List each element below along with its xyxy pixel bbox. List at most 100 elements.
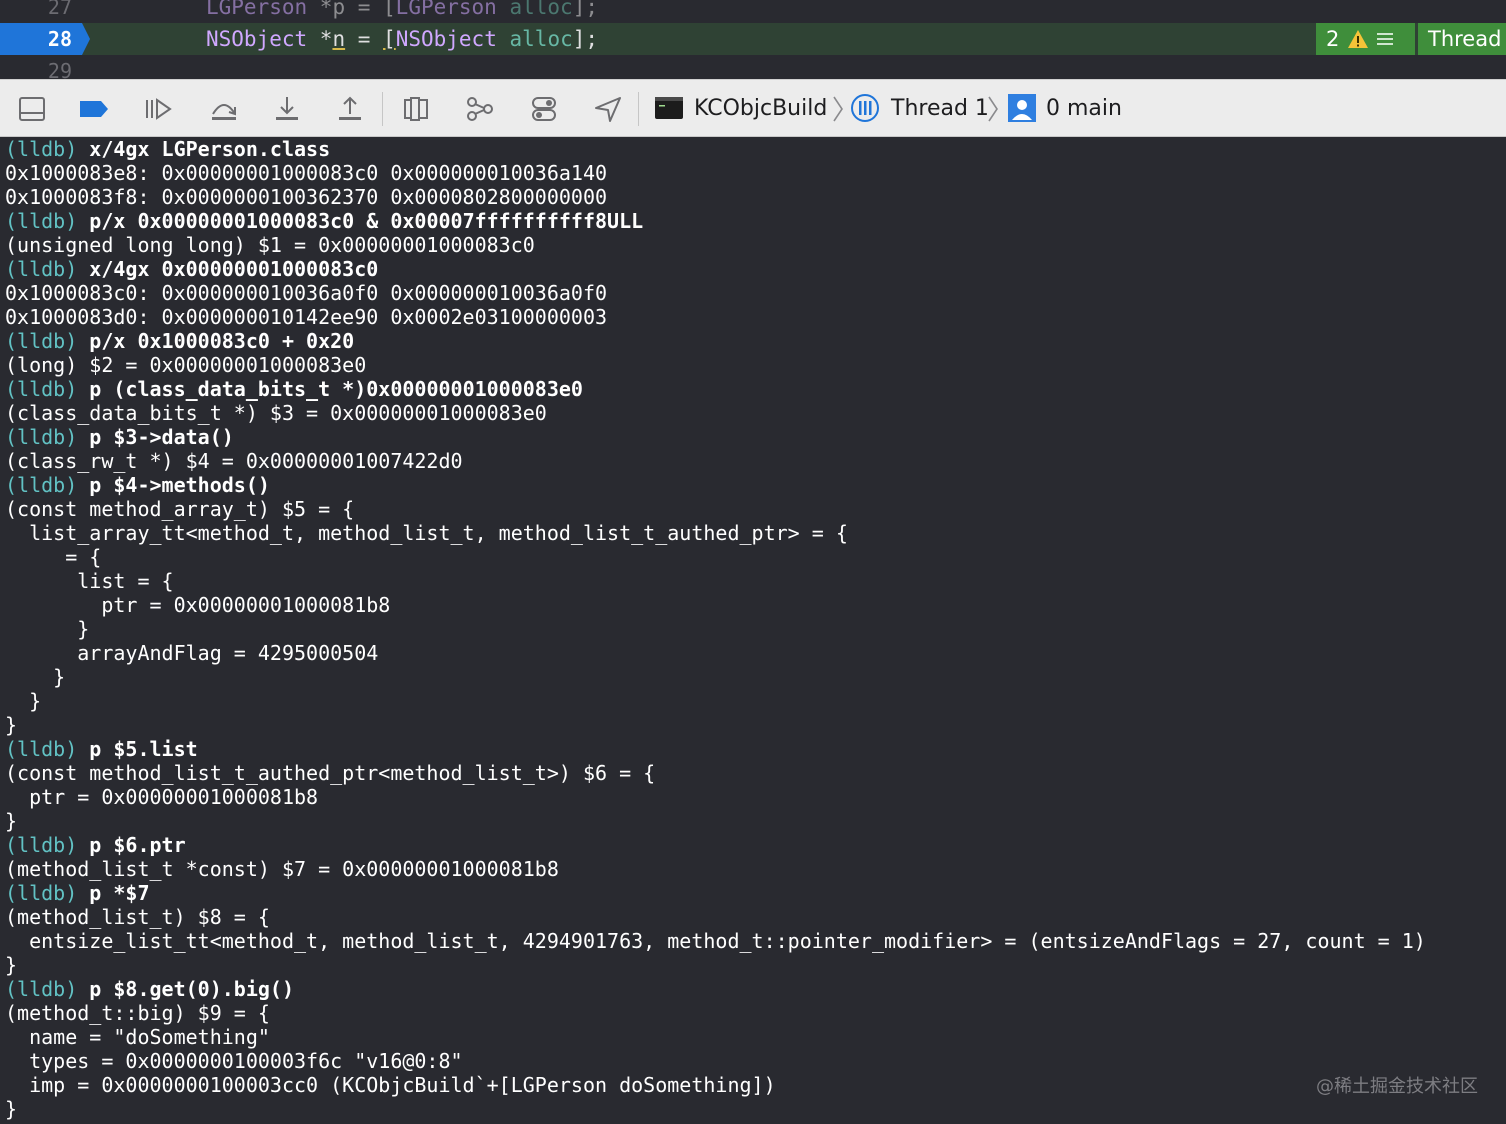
code-text[interactable]: NSObject *n = [NSObject alloc]; [206,23,598,55]
console-output-line: } [5,617,90,641]
command-text: p $3->data() [77,425,234,449]
memory-graph-button[interactable] [465,94,495,124]
lldb-console[interactable]: (lldb) x/4gx LGPerson.class 0x1000083e8: … [0,137,1506,1124]
line-number: 27 [47,0,72,19]
console-command-line: (lldb) p/x 0x1000083c0 + 0x20 [5,329,354,353]
command-text: x/4gx LGPerson.class [77,137,331,161]
console-output-line: } [5,1097,18,1121]
console-output-line: ptr = 0x00000001000081b8 [5,593,391,617]
console-output-line: imp = 0x0000000100003cc0 (KCObjcBuild`+[… [5,1073,776,1097]
console-output-line: list_array_tt<method_t, method_list_t, m… [5,521,848,545]
console-output-line: (class_data_bits_t *) $3 = 0x00000001000… [5,401,547,425]
lldb-prompt: (lldb) [5,425,78,449]
command-text: p/x 0x00000001000083c0 & 0x00007ffffffff… [77,209,644,233]
continue-button[interactable] [143,94,173,124]
lldb-prompt: (lldb) [5,833,78,857]
command-text: p $5.list [77,737,198,761]
console-output-line: arrayAndFlag = 4295000504 [5,641,379,665]
breakpoints-toggle-button[interactable] [79,94,109,124]
code-line-27[interactable]: 27 LGPerson *p = [LGPerson alloc]; [0,0,1506,23]
console-output-line: (method_t::big) $9 = { [5,1001,270,1025]
toggles-icon [532,97,556,121]
console-output-line: (unsigned long long) $1 = 0x000000010000… [5,233,535,257]
separator [382,92,383,126]
user-frame-icon [1008,94,1036,122]
console-output-line: (const method_list_t_authed_ptr<method_l… [5,761,656,785]
console-command-line: (lldb) p $6.ptr [5,833,186,857]
lldb-prompt: (lldb) [5,137,78,161]
lldb-prompt: (lldb) [5,737,78,761]
console-output-line: ptr = 0x00000001000081b8 [5,785,319,809]
console-command-line: (lldb) x/4gx LGPerson.class [5,137,330,161]
console-output-line: } [5,665,66,689]
step-out-button[interactable] [335,94,365,124]
issue-badge[interactable]: 2 [1316,23,1415,55]
simulate-location-button[interactable] [593,94,623,124]
source-editor[interactable]: 27 LGPerson *p = [LGPerson alloc]; 28 NS… [0,0,1506,79]
console-output-line: } [5,689,42,713]
code-text[interactable]: LGPerson *p = [LGPerson alloc]; [206,0,598,23]
console-output-line: 0x1000083d0: 0x000000010142ee90 0x0002e0… [5,305,608,329]
console-command-line: (lldb) p $5.list [5,737,198,761]
code-line-28-current[interactable]: 28 NSObject *n = [NSObject alloc]; 2 Thr… [0,23,1506,55]
step-over-button[interactable] [209,94,239,124]
continue-icon [146,98,172,120]
terminal-app-icon [655,97,683,119]
console-output-line: } [5,953,18,977]
command-text: x/4gx 0x00000001000083c0 [77,257,379,281]
console-output-line: (method_list_t) $8 = { [5,905,270,929]
chevron-right-icon [988,96,998,122]
debug-view-hierarchy-button[interactable] [401,94,431,124]
breadcrumb-thread[interactable]: Thread 1 [850,80,989,136]
step-out-icon [339,96,361,120]
command-text: p $4->methods() [77,473,270,497]
hide-debug-area-button[interactable] [17,94,47,124]
console-output-line: types = 0x0000000100003f6c "v16@0:8" [5,1049,463,1073]
memory-graph-icon [467,97,493,121]
lldb-prompt: (lldb) [5,209,78,233]
console-output-line: name = "doSomething" [5,1025,270,1049]
code-line-29[interactable]: 29 [0,55,1506,79]
console-output-line: (class_rw_t *) $4 = 0x00000001007422d0 [5,449,463,473]
lldb-prompt: (lldb) [5,473,78,497]
console-command-line: (lldb) p *$7 [5,881,150,905]
console-output-line: 0x1000083c0: 0x000000010036a0f0 0x000000… [5,281,608,305]
console-output-line: 0x1000083f8: 0x0000000100362370 0x000080… [5,185,608,209]
console-output-line: (const method_array_t) $5 = { [5,497,355,521]
breadcrumb-target[interactable]: KCObjcBuild [655,80,827,136]
console-output-line: } [5,809,18,833]
console-command-line: (lldb) p $8.get(0).big() [5,977,294,1001]
console-output-line: } [5,713,18,737]
command-text: p *$7 [77,881,150,905]
console-output-line: 0x1000083e8: 0x00000001000083c0 0x000000… [5,161,608,185]
console-command-line: (lldb) p $4->methods() [5,473,270,497]
breakpoint-icon [80,101,108,117]
chevron-right-icon [833,96,843,122]
list-icon [1377,33,1394,45]
command-text: p (class_data_bits_t *)0x00000001000083e… [77,377,583,401]
console-command-line: (lldb) p (class_data_bits_t *)0x00000001… [5,377,583,401]
line-number: 29 [47,59,72,79]
thread-stop-label: Thread [1418,23,1506,55]
environment-overrides-button[interactable] [529,94,559,124]
debug-bar: KCObjcBuild Thread 1 0 main [0,79,1506,137]
view-hierarchy-icon [404,97,428,121]
watermark: @稀土掘金技术社区 [1316,1076,1478,1097]
line-number: 28 [47,27,72,51]
step-into-button[interactable] [272,94,302,124]
thread-icon [851,94,879,122]
lldb-prompt: (lldb) [5,977,78,1001]
step-into-icon [276,97,298,120]
issue-count: 2 [1326,27,1340,51]
lldb-prompt: (lldb) [5,329,78,353]
lldb-prompt: (lldb) [5,257,78,281]
target-name: KCObjcBuild [694,95,828,121]
breadcrumb-frame[interactable]: 0 main [1008,80,1122,136]
command-text: p $8.get(0).big() [77,977,294,1001]
console-output-line: list = { [5,569,174,593]
console-command-line: (lldb) x/4gx 0x00000001000083c0 [5,257,378,281]
warning-icon [1348,30,1369,48]
lldb-prompt: (lldb) [5,377,78,401]
frame-name: 0 main [1046,95,1122,121]
console-output-line: (method_list_t *const) $7 = 0x0000000100… [5,857,559,881]
